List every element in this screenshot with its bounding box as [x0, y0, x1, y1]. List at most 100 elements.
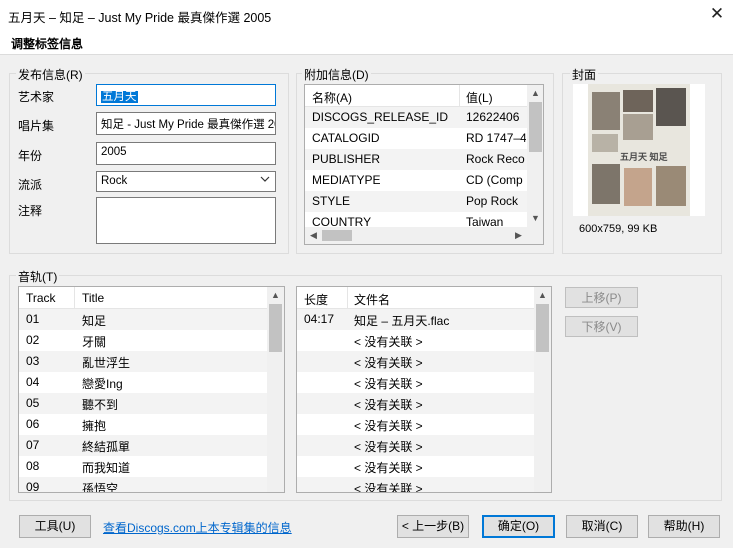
table-row[interactable]: CATALOGID RD 1747–4: [305, 128, 527, 149]
year-field[interactable]: 2005: [96, 142, 276, 165]
extra-info-header: 名称(A) 值(L): [305, 85, 527, 107]
file-list-table[interactable]: 长度 文件名 04:17 知足 – 五月天.flac < 没有关联 > < 没有关联 …: [296, 286, 552, 493]
track-filename: < 没有关联 >: [354, 335, 423, 349]
track-filename: 知足 – 五月天.flac: [354, 314, 450, 328]
track-number: 08: [26, 459, 40, 473]
track-title: 而我知道: [82, 461, 131, 475]
artist-field[interactable]: 五月天: [96, 84, 276, 106]
table-row[interactable]: 03 亂世浮生: [19, 351, 267, 372]
table-row[interactable]: < 没有关联 >: [297, 435, 534, 456]
cover-frame[interactable]: 五月天 知足: [573, 84, 705, 216]
field-name: MEDIATYPE: [312, 173, 381, 187]
close-icon[interactable]: ✕: [706, 4, 728, 26]
genre-value: Rock: [101, 175, 128, 187]
window-title: 五月天 – 知足 – Just My Pride 最真傑作選 2005: [8, 11, 272, 25]
column-header-value[interactable]: 值(L): [466, 89, 493, 106]
extra-info-table[interactable]: 名称(A) 值(L) DISCOGS_RELEASE_ID 12622406 CAT…: [304, 84, 544, 245]
field-value: CD (Comp: [466, 173, 523, 187]
table-row[interactable]: < 没有关联 >: [297, 330, 534, 351]
track-title: 牙關: [82, 335, 107, 349]
field-name: STYLE: [312, 194, 351, 208]
scroll-up-icon[interactable]: ▲: [527, 85, 543, 102]
extra-info-hscroll[interactable]: ◀ ▶: [305, 227, 527, 244]
table-row[interactable]: DISCOGS_RELEASE_ID 12622406: [305, 107, 527, 128]
track-title: 知足: [82, 314, 107, 328]
tools-button[interactable]: 工具(U): [19, 515, 91, 538]
table-row[interactable]: MEDIATYPE CD (Comp: [305, 170, 527, 191]
track-number: 09: [26, 480, 40, 493]
column-header-length[interactable]: 长度: [304, 291, 328, 308]
file-list-vscroll[interactable]: ▲: [534, 287, 551, 492]
column-divider: [74, 287, 75, 309]
table-row[interactable]: 09 孫悟空: [19, 477, 267, 493]
cover-photo: [592, 92, 620, 130]
table-row[interactable]: PUBLISHER Rock Reco: [305, 149, 527, 170]
genre-select[interactable]: Rock: [96, 171, 276, 192]
track-number: 01: [26, 312, 40, 326]
file-list-header: 长度 文件名: [297, 287, 534, 309]
comment-field[interactable]: [96, 197, 276, 244]
table-row[interactable]: 02 牙關: [19, 330, 267, 351]
ok-button[interactable]: 确定(O): [482, 515, 555, 538]
track-filename: < 没有关联 >: [354, 482, 423, 493]
scroll-thumb[interactable]: [536, 304, 549, 352]
column-header-filename[interactable]: 文件名: [354, 291, 390, 308]
scroll-up-icon[interactable]: ▲: [534, 287, 551, 304]
album-cover-image: 五月天 知足: [588, 84, 690, 216]
scroll-corner: [527, 227, 543, 244]
dialog-header: 调整标签信息: [11, 37, 84, 51]
album-label: 唱片集: [18, 119, 55, 133]
help-button[interactable]: 帮助(H): [648, 515, 720, 538]
cover-photo: [623, 114, 653, 140]
table-row[interactable]: STYLE Pop Rock: [305, 191, 527, 212]
discogs-link[interactable]: 查看Discogs.com上本专辑集的信息: [103, 519, 292, 536]
table-row[interactable]: < 没有关联 >: [297, 393, 534, 414]
table-row[interactable]: 07 終結孤單: [19, 435, 267, 456]
comment-label: 注释: [18, 204, 43, 218]
field-value: Rock Reco: [466, 152, 525, 166]
track-filename: < 没有关联 >: [354, 356, 423, 370]
table-row[interactable]: 06 擁抱: [19, 414, 267, 435]
field-name: DISCOGS_RELEASE_ID: [312, 110, 449, 124]
column-header-title[interactable]: Title: [82, 291, 104, 305]
back-button[interactable]: < 上一步(B): [397, 515, 469, 538]
header-band: [0, 30, 733, 55]
cover-title-text: 五月天 知足: [620, 152, 668, 162]
album-field[interactable]: 知足 - Just My Pride 最真傑作選 2005: [96, 112, 276, 135]
table-row[interactable]: 08 而我知道: [19, 456, 267, 477]
table-row[interactable]: 01 知足: [19, 309, 267, 330]
genre-label: 流派: [18, 178, 43, 192]
track-filename: < 没有关联 >: [354, 377, 423, 391]
table-row[interactable]: 05 聽不到: [19, 393, 267, 414]
move-down-button[interactable]: 下移(V): [565, 316, 638, 337]
track-number: 06: [26, 417, 40, 431]
table-row[interactable]: < 没有关联 >: [297, 372, 534, 393]
scroll-right-icon[interactable]: ▶: [510, 227, 527, 244]
column-header-track[interactable]: Track: [26, 291, 56, 305]
scroll-down-icon[interactable]: ▼: [527, 210, 543, 227]
table-row[interactable]: < 没有关联 >: [297, 456, 534, 477]
table-row[interactable]: 04 戀愛Ing: [19, 372, 267, 393]
track-filename: < 没有关联 >: [354, 461, 423, 475]
field-value: 12622406: [466, 110, 520, 124]
table-row[interactable]: < 没有关联 >: [297, 477, 534, 493]
scroll-left-icon[interactable]: ◀: [305, 227, 322, 244]
track-list-vscroll[interactable]: ▲: [267, 287, 284, 492]
track-number: 07: [26, 438, 40, 452]
extra-info-label: 附加信息(D): [302, 66, 371, 83]
cancel-button[interactable]: 取消(C): [566, 515, 638, 538]
field-value: RD 1747–4: [466, 131, 526, 145]
table-row[interactable]: < 没有关联 >: [297, 351, 534, 372]
scroll-thumb[interactable]: [529, 102, 542, 152]
table-row[interactable]: < 没有关联 >: [297, 414, 534, 435]
track-list-table[interactable]: Track Title 01 知足 02 牙關 03 亂世浮生 04 戀愛Ing 05 聽不到 06…: [18, 286, 285, 493]
cover-label: 封面: [570, 66, 599, 83]
column-header-name[interactable]: 名称(A): [312, 89, 352, 106]
table-row[interactable]: 04:17 知足 – 五月天.flac: [297, 309, 534, 330]
move-up-button[interactable]: 上移(P): [565, 287, 638, 308]
hscroll-thumb[interactable]: [322, 230, 352, 241]
track-title: 擁抱: [82, 419, 107, 433]
extra-info-vscroll[interactable]: ▲ ▼: [527, 85, 543, 227]
scroll-up-icon[interactable]: ▲: [267, 287, 284, 304]
scroll-thumb[interactable]: [269, 304, 282, 352]
